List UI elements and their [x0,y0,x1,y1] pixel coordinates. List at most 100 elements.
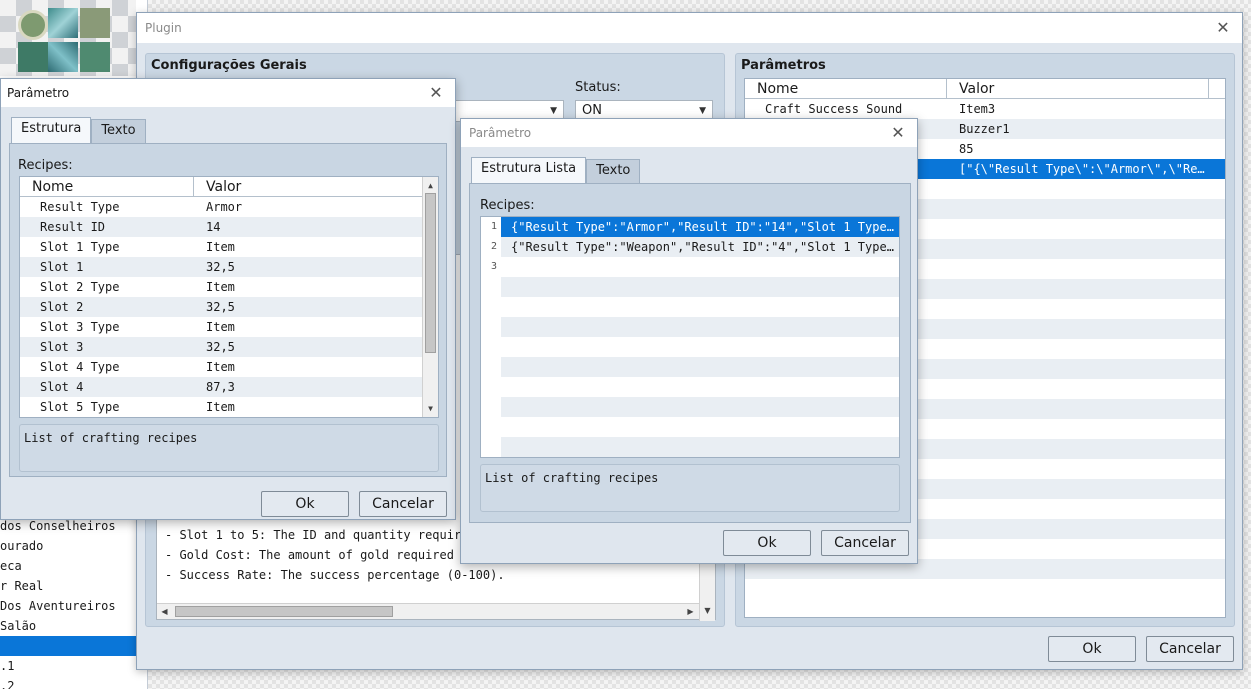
list-item[interactable]: 2 {"Result Type":"Weapon","Result ID":"4"… [481,237,899,257]
vscroll-thumb[interactable] [425,193,436,353]
plugin-ok-button[interactable]: Ok [1048,636,1136,662]
recipe-entry [501,417,899,437]
list-item[interactable] [481,297,899,317]
close-icon[interactable]: ✕ [1214,19,1232,37]
param-value [947,179,1209,199]
table-row[interactable]: Slot 1 32,5 [20,257,438,277]
dialog1-cancel-button[interactable]: Cancelar [359,491,447,517]
struct-value: 32,5 [206,260,235,274]
header-name[interactable]: Nome [745,79,947,98]
status-value: ON [582,103,602,118]
table-row[interactable]: Slot 1 Type Item [20,237,438,257]
tile-grass[interactable] [80,8,110,38]
close-icon[interactable]: ✕ [889,124,907,142]
table-row[interactable]: Slot 3 32,5 [20,337,438,357]
table-row[interactable] [745,579,1225,599]
help-line: - Gold Cost: The amount of gold required… [165,548,491,562]
tab-estrutura[interactable]: Estrutura [11,117,92,143]
line-number [481,277,501,297]
list-item[interactable]: 3 [481,257,899,277]
list-item[interactable] [481,277,899,297]
header-value[interactable]: Valor [947,79,1209,98]
line-number: 1 [481,217,501,237]
scroll-down-icon[interactable]: ▼ [700,603,715,618]
struct-value: Item [206,360,235,374]
tile-sea[interactable] [48,42,78,72]
list-item[interactable] [481,417,899,437]
param-value [947,299,1209,319]
list-item[interactable] [481,317,899,337]
table-row[interactable]: Result Type Armor [20,197,438,217]
param-value: Buzzer1 [959,122,1010,136]
recipes-label: Recipes: [480,198,535,213]
tab-texto[interactable]: Texto [91,119,146,143]
tile-water[interactable] [48,8,78,38]
map-list-item[interactable]: .1 [0,656,136,676]
struct-value: 87,3 [206,380,235,394]
table-row[interactable]: Slot 2 Type Item [20,277,438,297]
param-value [947,539,1209,559]
struct-name: Slot 4 [40,380,84,394]
scroll-left-icon[interactable]: ◀ [157,604,172,619]
recipe-entry [501,277,899,297]
line-number [481,377,501,397]
map-list-item[interactable]: r Real [0,576,136,596]
tab-texto[interactable]: Texto [586,159,641,183]
header-name[interactable]: Nome [20,177,194,196]
dialog1-title-bar: Parâmetro ✕ [1,79,455,107]
struct-name: Slot 4 Type [40,360,120,374]
struct-vscrollbar[interactable]: ▲ ▼ [422,177,438,417]
header-value[interactable]: Valor [194,177,424,196]
list-item[interactable] [481,397,899,417]
struct-value: Armor [206,200,243,214]
recipe-list[interactable]: 1 {"Result Type":"Armor","Result ID":"14"… [480,216,900,458]
dialog2-tabs: Estrutura Lista Texto [471,157,641,183]
recipe-struct-table[interactable]: Nome Valor Result Type Armor Result ID 14 Sl… [19,176,439,418]
general-settings-title: Configurações Gerais [151,58,307,73]
recipe-entry [501,357,899,377]
dialog2-cancel-button[interactable]: Cancelar [821,530,909,556]
dialog2-title-bar: Parâmetro ✕ [461,119,917,147]
param-value [947,499,1209,519]
table-row[interactable]: Craft Success Sound Item3 [745,99,1225,119]
table-row[interactable]: Slot 2 32,5 [20,297,438,317]
line-number [481,297,501,317]
hscroll-thumb[interactable] [175,606,393,617]
scroll-down-icon[interactable]: ▼ [423,401,438,416]
table-row[interactable]: Slot 5 Type Item [20,397,438,417]
struct-name: Slot 3 Type [40,320,120,334]
dialog1-ok-button[interactable]: Ok [261,491,349,517]
map-list-item[interactable] [0,636,136,656]
list-item[interactable] [481,337,899,357]
tile-forest[interactable] [18,42,48,72]
line-number: 2 [481,237,501,257]
list-item[interactable] [481,357,899,377]
tab-estrutura-lista[interactable]: Estrutura Lista [471,157,587,183]
help-hscrollbar[interactable]: ◀ ▶ [157,603,699,619]
close-icon[interactable]: ✕ [427,84,445,102]
scroll-right-icon[interactable]: ▶ [683,604,698,619]
plugin-title: Plugin [145,21,182,35]
list-item[interactable]: 1 {"Result Type":"Armor","Result ID":"14"… [481,217,899,237]
scroll-up-icon[interactable]: ▲ [423,178,438,193]
map-list-item[interactable]: ourado [0,536,136,556]
table-row[interactable]: Result ID 14 [20,217,438,237]
tile-meadow[interactable] [80,42,110,72]
dialog2-ok-button[interactable]: Ok [723,530,811,556]
table-row[interactable]: Slot 4 Type Item [20,357,438,377]
map-list-item[interactable]: .2 [0,676,136,689]
list-item[interactable] [481,377,899,397]
tileset-palette[interactable] [0,0,136,76]
struct-table-body: Result Type Armor Result ID 14 Slot 1 Type It… [20,197,438,417]
table-row[interactable]: Slot 4 87,3 [20,377,438,397]
map-list-item[interactable]: Dos Aventureiros [0,596,136,616]
table-row[interactable]: Slot 3 Type Item [20,317,438,337]
recipes-label: Recipes: [18,158,73,173]
struct-value: 32,5 [206,300,235,314]
map-list-item[interactable]: Salão [0,616,136,636]
list-item[interactable] [481,437,899,457]
plugin-cancel-button[interactable]: Cancelar [1146,636,1234,662]
map-list-item[interactable]: eca [0,556,136,576]
param-value [947,319,1209,339]
tile-emblem[interactable] [18,10,48,40]
